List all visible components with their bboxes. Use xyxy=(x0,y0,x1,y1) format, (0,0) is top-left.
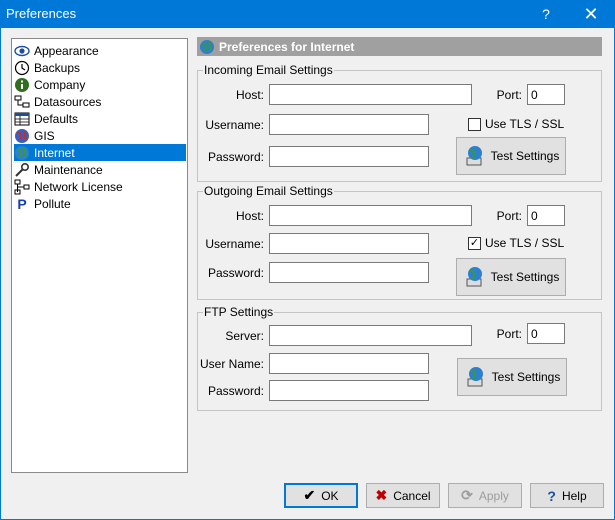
incoming-host-label: Host: xyxy=(235,88,264,102)
clock-icon xyxy=(14,60,30,76)
apply-label: Apply xyxy=(478,488,509,503)
page-header: Preferences for Internet xyxy=(197,37,602,56)
incoming-tls-label: Use TLS / SSL xyxy=(485,117,565,131)
tree-item-label: Appearance xyxy=(34,43,99,58)
globe-computer-icon xyxy=(466,267,482,287)
outgoing-tls-label: Use TLS / SSL xyxy=(485,236,565,250)
outgoing-username-label: Username: xyxy=(205,237,264,251)
incoming-tls-checkbox[interactable]: Use TLS / SSL xyxy=(468,117,564,131)
tree-item-network-license[interactable]: Network License xyxy=(14,178,186,195)
tree-item-label: Datasources xyxy=(34,94,102,109)
info-icon xyxy=(14,77,30,93)
window-title: Preferences xyxy=(6,6,77,21)
title-bar: Preferences ? ✕ xyxy=(0,0,615,28)
ftp-port-input[interactable] xyxy=(527,323,565,344)
outgoing-host-label: Host: xyxy=(235,209,264,223)
tree-item-internet[interactable]: Internet xyxy=(14,144,186,161)
tree-item-datasources[interactable]: Datasources xyxy=(14,93,186,110)
apply-button[interactable]: ⟳ Apply xyxy=(448,483,522,508)
tree-item-label: GIS xyxy=(34,128,55,143)
network-icon xyxy=(14,179,30,195)
incoming-port-input[interactable] xyxy=(527,84,565,105)
page-title: Preferences for Internet xyxy=(219,39,355,54)
checkbox-box[interactable] xyxy=(468,117,481,131)
incoming-password-label: Password: xyxy=(207,150,264,164)
globe-computer-icon xyxy=(467,367,483,387)
outgoing-test-settings-label: Test Settings xyxy=(490,270,560,284)
outgoing-test-settings-button[interactable]: Test Settings xyxy=(456,258,566,296)
ftp-test-settings-label: Test Settings xyxy=(491,370,561,384)
p-icon: P xyxy=(17,195,27,212)
globe-icon xyxy=(14,128,30,144)
outgoing-password-input[interactable] xyxy=(269,262,429,283)
category-tree[interactable]: Appearance Backups Company Datasources D… xyxy=(11,38,188,473)
tree-item-label: Pollute xyxy=(34,196,71,211)
eye-icon xyxy=(14,43,30,59)
ok-label: OK xyxy=(321,488,339,503)
ftp-password-label: Password: xyxy=(207,384,264,398)
tree-item-backups[interactable]: Backups xyxy=(14,59,186,76)
incoming-test-settings-button[interactable]: Test Settings xyxy=(456,137,566,175)
incoming-password-input[interactable] xyxy=(269,146,429,167)
outgoing-password-label: Password: xyxy=(207,266,264,280)
x-icon: ✖ xyxy=(375,487,388,503)
help-label: Help xyxy=(561,488,587,503)
table-icon xyxy=(14,111,30,127)
outgoing-username-input[interactable] xyxy=(269,233,429,254)
incoming-email-legend: Incoming Email Settings xyxy=(203,63,334,77)
globe-icon xyxy=(14,145,30,161)
tree-item-label: Maintenance xyxy=(34,162,103,177)
ftp-port-label: Port: xyxy=(496,327,522,341)
outgoing-email-legend: Outgoing Email Settings xyxy=(203,184,334,198)
close-button[interactable]: ✕ xyxy=(574,3,608,25)
globe-icon xyxy=(200,39,214,54)
outgoing-host-input[interactable] xyxy=(269,205,472,226)
checkbox-box[interactable]: ✓ xyxy=(468,236,481,250)
ftp-username-label: User Name: xyxy=(200,357,265,371)
tree-item-maintenance[interactable]: Maintenance xyxy=(14,161,186,178)
incoming-username-input[interactable] xyxy=(269,114,429,135)
outgoing-port-input[interactable] xyxy=(527,205,565,226)
ftp-password-input[interactable] xyxy=(269,380,429,401)
incoming-test-settings-label: Test Settings xyxy=(490,149,560,163)
tree-item-label: Company xyxy=(34,77,86,92)
help-button[interactable]: ? Help xyxy=(530,483,604,508)
tree-item-label: Backups xyxy=(34,60,81,75)
tree-item-defaults[interactable]: Defaults xyxy=(14,110,186,127)
wrench-icon xyxy=(14,162,30,178)
incoming-host-input[interactable] xyxy=(269,84,472,105)
help-icon: ? xyxy=(547,487,556,504)
globe-computer-icon xyxy=(466,146,482,166)
cancel-label: Cancel xyxy=(393,488,431,503)
network-icon xyxy=(14,94,30,110)
outgoing-port-label: Port: xyxy=(496,209,522,223)
ftp-server-input[interactable] xyxy=(269,325,472,346)
tree-item-appearance[interactable]: Appearance xyxy=(14,42,186,59)
incoming-port-label: Port: xyxy=(496,88,522,102)
ok-button[interactable]: ✔ OK xyxy=(284,483,358,508)
ftp-username-input[interactable] xyxy=(269,353,429,374)
tree-item-label: Internet xyxy=(34,145,75,160)
tree-item-label: Network License xyxy=(34,179,123,194)
ftp-server-label: Server: xyxy=(225,329,264,343)
ftp-legend: FTP Settings xyxy=(203,305,275,319)
cancel-button[interactable]: ✖ Cancel xyxy=(366,483,440,508)
tree-item-label: Defaults xyxy=(34,111,79,126)
help-title-button[interactable]: ? xyxy=(532,3,560,25)
tree-item-company[interactable]: Company xyxy=(14,76,186,93)
ftp-test-settings-button[interactable]: Test Settings xyxy=(457,358,567,396)
refresh-icon: ⟳ xyxy=(461,487,473,503)
incoming-username-label: Username: xyxy=(205,118,264,132)
tree-item-gis[interactable]: GIS xyxy=(14,127,186,144)
outgoing-tls-checkbox[interactable]: ✓ Use TLS / SSL xyxy=(468,236,564,250)
checkmark-icon: ✔ xyxy=(303,487,316,503)
tree-item-pollute[interactable]: P Pollute xyxy=(14,195,186,212)
